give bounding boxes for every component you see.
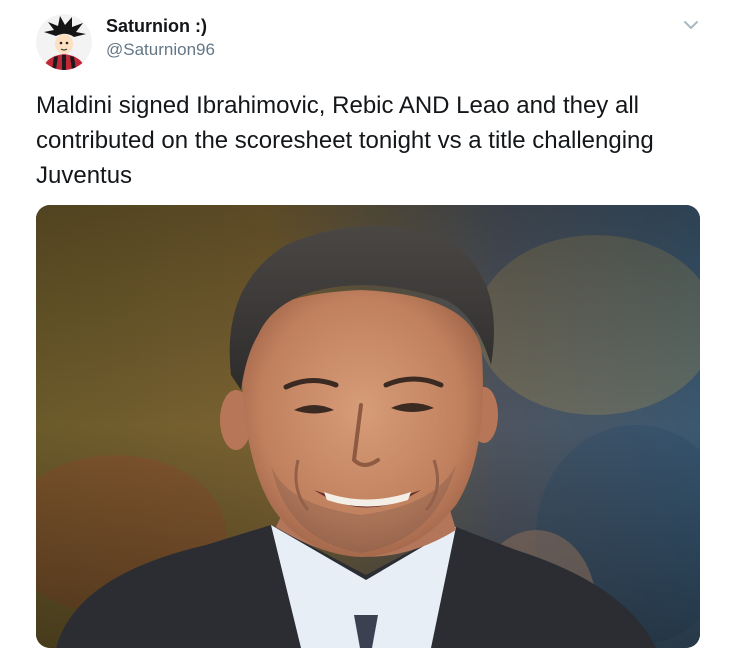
tweet-text: Maldini signed Ibrahimovic, Rebic AND Le… bbox=[36, 92, 654, 189]
chevron-down-icon bbox=[684, 21, 698, 29]
photo-image bbox=[36, 205, 700, 648]
avatar[interactable] bbox=[36, 14, 92, 70]
more-options-button[interactable] bbox=[680, 16, 702, 34]
avatar-image bbox=[36, 14, 92, 70]
display-name[interactable]: Saturnion :) bbox=[106, 16, 207, 37]
tweet-photo[interactable] bbox=[36, 205, 700, 648]
user-handle[interactable]: @Saturnion96 bbox=[106, 40, 215, 60]
tweet-card: Saturnion :) @Saturnion96 Maldini signed… bbox=[0, 0, 750, 650]
